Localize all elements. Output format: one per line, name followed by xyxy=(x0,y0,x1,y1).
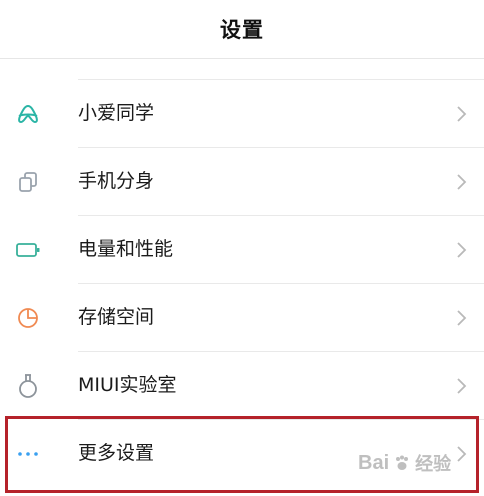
storage-pie-icon xyxy=(14,304,42,332)
chevron-right-icon xyxy=(452,376,470,396)
header-bar: 设置 xyxy=(0,0,484,58)
chevron-right-icon xyxy=(452,172,470,192)
settings-item-label: 小爱同学 xyxy=(78,102,155,124)
watermark-text: 经验 xyxy=(415,454,452,475)
phone-clone-icon xyxy=(14,168,42,196)
settings-item-phone-clone[interactable]: 手机分身 xyxy=(0,148,484,215)
settings-item-storage[interactable]: 存储空间 xyxy=(0,284,484,351)
settings-item-xiaoai[interactable]: 小爱同学 xyxy=(0,80,484,147)
xiaoai-icon xyxy=(14,100,42,128)
settings-item-battery[interactable]: 电量和性能 xyxy=(0,216,484,283)
lab-flask-icon xyxy=(14,372,42,400)
page-title: 设置 xyxy=(220,18,264,42)
chevron-right-icon xyxy=(452,240,470,260)
watermark: Bai 经验 xyxy=(358,445,478,481)
watermark-brand: Bai xyxy=(358,451,390,474)
settings-item-miui-lab[interactable]: MIUI实验室 xyxy=(0,352,484,419)
settings-item-label: 手机分身 xyxy=(78,170,155,192)
settings-item-label: 电量和性能 xyxy=(78,238,174,260)
battery-icon xyxy=(14,236,42,264)
paw-logo-icon xyxy=(393,454,411,472)
settings-item-label: 存储空间 xyxy=(78,306,155,328)
settings-item-label: MIUI实验室 xyxy=(78,374,177,396)
chevron-right-icon xyxy=(452,308,470,328)
header-divider xyxy=(0,58,484,59)
chevron-right-icon xyxy=(452,104,470,124)
